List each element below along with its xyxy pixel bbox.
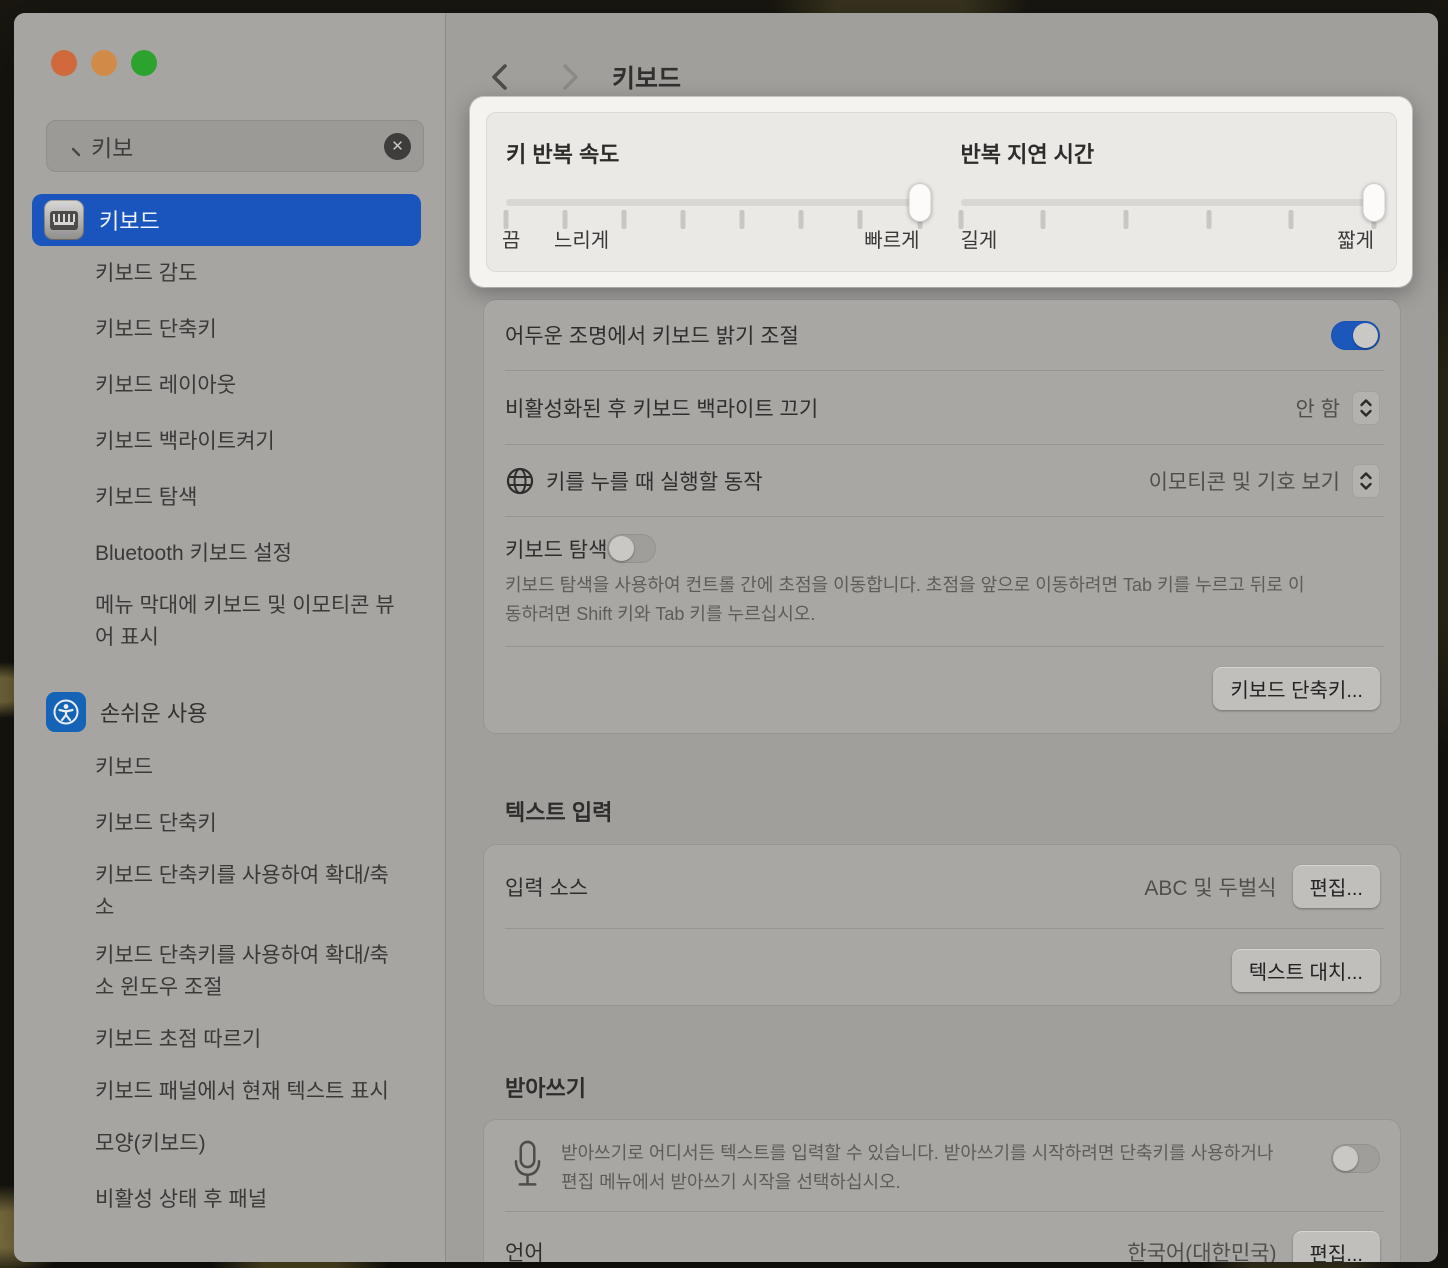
sidebar-item-keyboard-navigation[interactable]: 키보드 탐색 [32,470,395,526]
sidebar-item-panel-current-text[interactable]: 키보드 패널에서 현재 텍스트 표시 [32,1068,395,1116]
label-long: 길게 [961,224,998,253]
input-source-edit-button[interactable]: 편집... [1293,865,1380,908]
text-input-card: 입력 소스 ABC 및 두벌식 편집... 텍스트 대치... [484,845,1400,1005]
chevron-up-down-icon [1358,397,1374,419]
backlight-off-value: 안 함 [1296,393,1340,423]
sidebar: ✕ 키보드 키보드 감도 키보드 단축키 키보드 레이아웃 키보드 백라이트켜기… [14,13,446,1262]
key-repeat-title: 키 반복 속도 [506,137,920,169]
content-header: 키보드 [446,57,681,97]
sidebar-item-zoom-window[interactable]: 키보드 단축키를 사용하여 확대/축소 윈도우 조절 [32,932,395,1012]
sidebar-item-zoom-shortcuts[interactable]: 키보드 단축키를 사용하여 확대/축소 [32,852,395,932]
input-source-row: 입력 소스 ABC 및 두벌식 편집... [484,845,1400,928]
close-button[interactable] [51,50,77,76]
language-value: 한국어(대한민국) [1127,1237,1276,1262]
sidebar-nav: 키보드 키보드 감도 키보드 단축키 키보드 레이아웃 키보드 백라이트켜기 키… [32,194,421,1228]
dictation-description: 받아쓰기로 어디서든 텍스트를 입력할 수 있습니다. 받아쓰기를 시작하려면 … [561,1139,1291,1197]
back-button[interactable] [480,57,520,97]
system-settings-window: ✕ 키보드 키보드 감도 키보드 단축키 키보드 레이아웃 키보드 백라이트켜기… [14,13,1438,1262]
repeat-delay-group: 반복 지연 시간 길게 짧게 [942,113,1397,271]
dictation-card: 받아쓰기로 어디서든 텍스트를 입력할 수 있습니다. 받아쓰기를 시작하려면 … [484,1120,1400,1262]
forward-button[interactable] [550,57,590,97]
keyboard-navigation-toggle[interactable] [607,534,656,563]
search-field[interactable]: ✕ [46,120,424,172]
text-replace-button-row: 텍스트 대치... [484,929,1400,1012]
chevron-left-icon [488,62,512,92]
keyboard-shortcuts-button[interactable]: 키보드 단축키... [1213,667,1380,710]
keyboard-navigation-description: 키보드 탐색을 사용하여 컨트롤 간에 초점을 이동합니다. 초점을 앞으로 이… [505,571,1315,629]
minimize-button[interactable] [91,50,117,76]
sidebar-item-keyboard-shortcuts[interactable]: 키보드 단축키 [32,302,395,358]
sidebar-item-acc-keyboard[interactable]: 키보드 [32,740,395,796]
sidebar-item-acc-shortcuts[interactable]: 키보드 단축키 [32,796,395,852]
brightness-row: 어두운 조명에서 키보드 밝기 조절 [484,300,1400,370]
globe-key-label: 키를 누를 때 실행할 동작 [546,466,763,496]
sidebar-item-keyboard-layout[interactable]: 키보드 레이아웃 [32,358,395,414]
backlight-off-label: 비활성화된 후 키보드 백라이트 끄기 [505,393,818,423]
key-repeat-labels: 끔 느리게 빠르게 [506,224,920,254]
slider-thumb[interactable] [908,183,931,222]
brightness-label: 어두운 조명에서 키보드 밝기 조절 [505,320,799,350]
keyboard-app-icon [44,200,84,240]
chevron-up-down-icon [1358,470,1374,492]
page-title: 키보드 [612,59,681,95]
label-off: 끔 [502,224,520,253]
dictation-row: 받아쓰기로 어디서든 텍스트를 입력할 수 있습니다. 받아쓰기를 시작하려면 … [484,1120,1400,1211]
label-short: 짧게 [1337,224,1374,253]
language-label: 언어 [505,1237,544,1262]
sidebar-item-appearance-keyboard[interactable]: 모양(키보드) [32,1116,395,1172]
input-source-value: ABC 및 두벌식 [1144,872,1276,902]
keyboard-navigation-label: 키보드 탐색 [505,534,607,564]
sidebar-item-keyboard-selected[interactable]: 키보드 [32,194,421,246]
dictation-toggle[interactable] [1331,1144,1380,1173]
zoom-button[interactable] [131,50,157,76]
chevron-right-icon [558,62,582,92]
keyboard-navigation-section: 키보드 탐색 키보드 탐색을 사용하여 컨트롤 간에 초점을 이동합니다. 초점… [484,517,1400,646]
backlight-off-row: 비활성화된 후 키보드 백라이트 끄기 안 함 [484,371,1400,444]
globe-icon [505,466,535,496]
search-icon [59,135,81,157]
input-source-label: 입력 소스 [505,872,588,902]
globe-key-popup-stepper[interactable] [1352,464,1380,498]
repeat-settings-card: 키 반복 속도 끔 느리게 빠르게 반복 지연 시간 [486,112,1397,272]
microphone-icon [514,1139,541,1197]
backlight-off-popup-stepper[interactable] [1352,391,1380,425]
language-edit-button[interactable]: 편집... [1293,1231,1380,1263]
clear-search-icon[interactable]: ✕ [384,133,411,160]
search-input[interactable] [91,133,384,160]
repeat-delay-labels: 길게 짧게 [961,224,1375,254]
main-content: 키보드 키 반복 속도 끔 느리게 빠르게 [446,13,1438,1262]
repeat-delay-title: 반복 지연 시간 [961,137,1375,169]
label-fast: 빠르게 [864,224,919,253]
dictation-section-title: 받아쓰기 [505,1071,586,1103]
accessibility-app-icon [46,692,86,732]
sidebar-item-bluetooth-keyboard[interactable]: Bluetooth 키보드 설정 [32,526,395,582]
slider-track[interactable] [961,199,1375,206]
sidebar-group-label: 손쉬운 사용 [100,696,207,728]
language-row: 언어 한국어(대한민국) 편집... [484,1212,1400,1262]
shortcuts-button-row: 키보드 단축키... [484,647,1400,730]
sidebar-item-follow-focus[interactable]: 키보드 초점 따르기 [32,1012,395,1068]
sidebar-group-accessibility[interactable]: 손쉬운 사용 [32,684,421,740]
sidebar-item-inactive-panel[interactable]: 비활성 상태 후 패널 [32,1172,395,1228]
sidebar-item-label: 키보드 [99,204,160,236]
label-slow: 느리게 [554,224,609,253]
sidebar-item-keyboard-sensitivity[interactable]: 키보드 감도 [32,246,395,302]
sidebar-item-menubar-viewer[interactable]: 메뉴 막대에 키보드 및 이모티콘 뷰어 표시 [32,582,395,662]
brightness-toggle[interactable] [1331,321,1380,350]
highlight-spotlight: 키 반복 속도 끔 느리게 빠르게 반복 지연 시간 [470,97,1412,287]
text-input-section-title: 텍스트 입력 [505,795,612,827]
text-replacements-button[interactable]: 텍스트 대치... [1232,949,1380,992]
keyboard-settings-card: 어두운 조명에서 키보드 밝기 조절 비활성화된 후 키보드 백라이트 끄기 안… [484,300,1400,733]
key-repeat-slider[interactable] [506,182,920,222]
globe-key-row: 키를 누를 때 실행할 동작 이모티콘 및 기호 보기 [484,445,1400,516]
slider-track[interactable] [506,199,920,206]
traffic-lights [51,50,157,76]
sidebar-item-keyboard-backlight[interactable]: 키보드 백라이트켜기 [32,414,395,470]
slider-thumb[interactable] [1363,183,1386,222]
repeat-delay-slider[interactable] [961,182,1375,222]
globe-key-value: 이모티콘 및 기호 보기 [1149,466,1340,496]
key-repeat-group: 키 반복 속도 끔 느리게 빠르게 [487,113,942,271]
